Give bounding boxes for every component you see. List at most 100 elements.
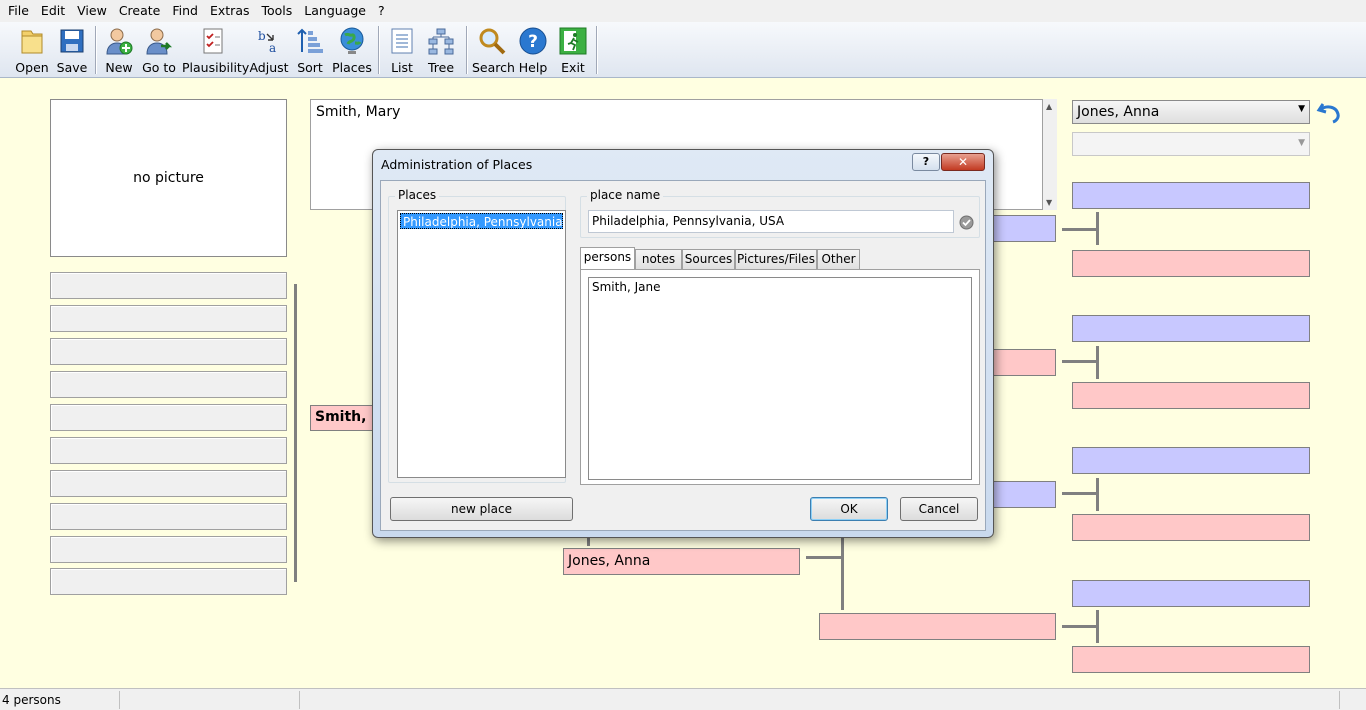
dialog-close-button[interactable]: ✕ — [941, 153, 985, 171]
svg-text:a: a — [269, 41, 276, 55]
menu-help[interactable]: ? — [372, 0, 391, 22]
child-slot[interactable] — [50, 503, 287, 530]
open-button[interactable]: Open — [12, 24, 52, 76]
tab-pictures-files[interactable]: Pictures/Files — [735, 249, 817, 269]
status-divider — [299, 691, 300, 709]
menu-language[interactable]: Language — [298, 0, 372, 22]
child-slot[interactable] — [50, 371, 287, 398]
toolbar-separator — [466, 26, 467, 74]
menu-view[interactable]: View — [71, 0, 113, 22]
tree-connector-line — [1096, 212, 1099, 245]
save-button[interactable]: Save — [54, 24, 90, 76]
tree-connector-line — [1096, 610, 1099, 643]
places-list[interactable]: Philadelphia, Pennsylvania, USA — [397, 210, 566, 478]
magnifier-icon — [479, 28, 506, 55]
undo-arrow-icon[interactable] — [1316, 100, 1342, 124]
help-icon: ? — [519, 27, 547, 55]
child-slot[interactable] — [50, 272, 287, 299]
person-select[interactable]: Jones, Anna ▼ — [1072, 100, 1310, 124]
child-slot[interactable] — [50, 338, 287, 365]
tab-other[interactable]: Other — [817, 249, 860, 269]
tree-connector-line — [1062, 492, 1098, 495]
scroll-down-icon[interactable]: ▼ — [1046, 198, 1052, 207]
grandmother-slot[interactable] — [819, 613, 1056, 640]
status-divider — [1339, 691, 1340, 709]
child-slot[interactable] — [50, 568, 287, 595]
toolbar-separator — [596, 26, 597, 74]
sort-button[interactable]: Sort — [292, 24, 328, 76]
tree-connector-line — [1096, 478, 1099, 511]
great-grandfather-slot[interactable] — [1072, 182, 1310, 209]
father-slot[interactable] — [985, 481, 1056, 508]
children-connector-line — [294, 284, 297, 582]
dropdown-arrow-icon: ▼ — [1298, 104, 1305, 114]
menu-find[interactable]: Find — [166, 0, 204, 22]
mother-box[interactable]: Jones, Anna — [563, 548, 800, 575]
dialog-body: Places Philadelphia, Pennsylvania, USA p… — [380, 180, 986, 531]
menu-extras[interactable]: Extras — [204, 0, 256, 22]
new-place-button[interactable]: new place — [390, 497, 573, 521]
goto-button[interactable]: Go to — [140, 24, 178, 76]
great-grandfather-slot[interactable] — [1072, 580, 1310, 607]
child-slot[interactable] — [50, 437, 287, 464]
help-button[interactable]: ? Help — [516, 24, 550, 76]
tab-persons[interactable]: persons — [580, 247, 635, 269]
tree-button[interactable]: Tree — [422, 24, 460, 76]
great-grandfather-slot[interactable] — [1072, 315, 1310, 342]
tab-sources[interactable]: Sources — [682, 249, 735, 269]
name-area-scrollbar[interactable]: ▲ ▼ — [1043, 99, 1057, 210]
menu-tools[interactable]: Tools — [256, 0, 299, 22]
person-select-value: Jones, Anna — [1077, 104, 1160, 120]
checklist-icon — [203, 28, 223, 54]
cancel-button[interactable]: Cancel — [900, 497, 978, 521]
mother-slot[interactable] — [985, 349, 1056, 376]
status-divider — [119, 691, 120, 709]
scroll-up-icon[interactable]: ▲ — [1046, 102, 1052, 111]
child-slot[interactable] — [50, 305, 287, 332]
tab-notes[interactable]: notes — [635, 249, 682, 269]
ok-button[interactable]: OK — [810, 497, 888, 521]
no-picture-label: no picture — [133, 170, 204, 186]
exit-button[interactable]: Exit — [556, 24, 590, 76]
menu-bar: File Edit View Create Find Extras Tools … — [0, 0, 1366, 22]
tree-connector-line — [1062, 360, 1098, 363]
floppy-disk-icon — [60, 29, 84, 53]
tree-connector-line — [1096, 346, 1099, 379]
dialog-help-button[interactable]: ? — [912, 153, 940, 171]
great-grandmother-slot[interactable] — [1072, 646, 1310, 673]
place-name-input[interactable]: Philadelphia, Pennsylvania, USA — [588, 210, 954, 233]
search-button[interactable]: Search — [472, 24, 515, 76]
secondary-select[interactable]: ▼ — [1072, 132, 1310, 156]
menu-create[interactable]: Create — [113, 0, 167, 22]
picture-frame[interactable]: no picture — [50, 99, 287, 257]
tree-icon — [428, 28, 454, 55]
person-name-text: Smith, Mary — [316, 104, 401, 120]
places-list-item-selected[interactable]: Philadelphia, Pennsylvania, USA — [400, 213, 563, 229]
great-grandmother-slot[interactable] — [1072, 514, 1310, 541]
svg-text:b: b — [258, 29, 266, 43]
adjust-button[interactable]: ba Adjust — [248, 24, 290, 76]
great-grandmother-slot[interactable] — [1072, 250, 1310, 277]
child-slot[interactable] — [50, 470, 287, 497]
new-person-button[interactable]: New — [102, 24, 136, 76]
persons-list[interactable]: Smith, Jane — [588, 277, 972, 480]
menu-file[interactable]: File — [2, 0, 35, 22]
persons-list-item[interactable]: Smith, Jane — [589, 278, 971, 296]
child-slot[interactable] — [50, 404, 287, 431]
tree-connector-line — [1062, 228, 1098, 231]
goto-person-icon — [146, 28, 173, 55]
places-button[interactable]: Places — [332, 24, 372, 76]
plausibility-button[interactable]: Plausibility — [182, 24, 249, 76]
father-slot[interactable] — [985, 215, 1056, 242]
toolbar-separator — [95, 26, 96, 74]
places-label: Places — [395, 188, 440, 202]
list-button[interactable]: List — [384, 24, 420, 76]
dropdown-arrow-icon: ▼ — [1298, 138, 1305, 148]
administration-of-places-dialog: Administration of Places ? ✕ Places Phil… — [372, 149, 994, 538]
great-grandfather-slot[interactable] — [1072, 447, 1310, 474]
adjust-icon: ba — [258, 29, 276, 55]
great-grandmother-slot[interactable] — [1072, 382, 1310, 409]
confirm-check-icon[interactable] — [959, 215, 974, 230]
child-slot[interactable] — [50, 536, 287, 563]
menu-edit[interactable]: Edit — [35, 0, 71, 22]
